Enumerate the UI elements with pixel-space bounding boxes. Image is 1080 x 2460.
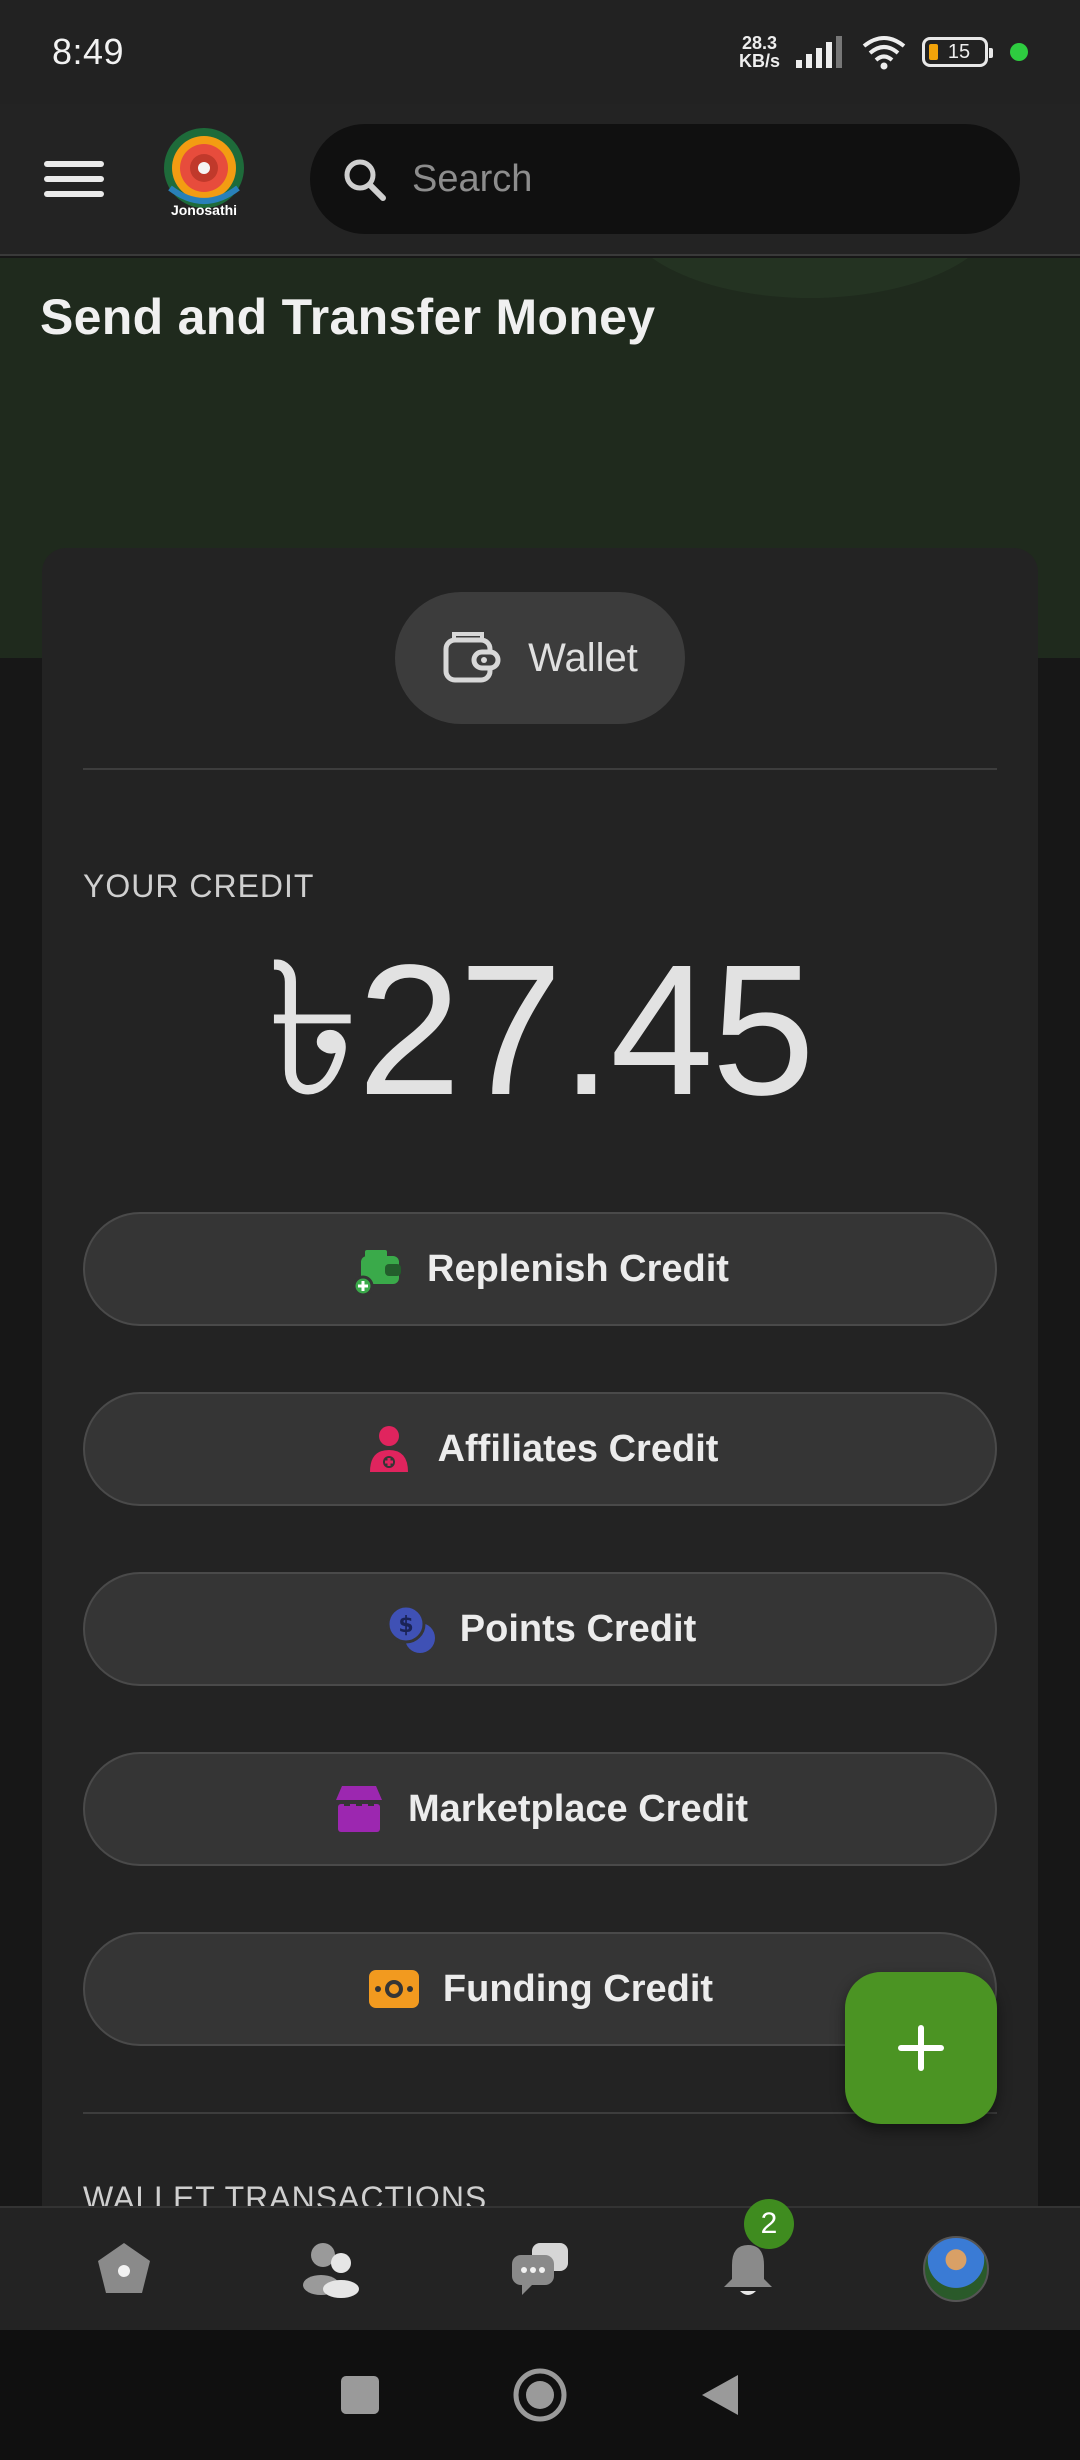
wallet-tab-label: Wallet (528, 635, 638, 680)
search-icon (344, 159, 386, 201)
recent-apps-icon[interactable] (338, 2373, 382, 2417)
system-navigation-bar (0, 2330, 1080, 2460)
cash-icon (367, 1962, 421, 2016)
network-speed: 28.3 KB/s (739, 34, 780, 70)
logo-text: Jonosathi (170, 202, 238, 218)
privacy-dot-icon (1010, 43, 1028, 61)
replenish-credit-button[interactable]: Replenish Credit (83, 1212, 997, 1326)
signal-icon (796, 36, 842, 68)
funding-credit-label: Funding Credit (442, 1967, 714, 2010)
wallet-add-icon (351, 1242, 405, 1296)
divider (83, 768, 997, 770)
store-icon (332, 1782, 386, 1836)
marketplace-credit-button[interactable]: Marketplace Credit (83, 1752, 997, 1866)
wallet-tab[interactable]: Wallet (395, 592, 685, 724)
replenish-credit-label: Replenish Credit (427, 1247, 729, 1290)
friends-icon (303, 2243, 359, 2298)
hero-decoration (620, 258, 1000, 298)
nav-home[interactable] (74, 2219, 174, 2319)
search-input[interactable] (412, 157, 972, 201)
menu-line (44, 176, 104, 182)
coins-icon: $ (384, 1602, 438, 1656)
add-fab-button[interactable] (845, 1972, 997, 2124)
nav-profile[interactable] (906, 2219, 1006, 2319)
page-title: Send and Transfer Money (40, 289, 656, 345)
notification-badge: 2 (744, 2199, 794, 2249)
menu-line (44, 191, 104, 197)
nav-notifications[interactable]: 2 (698, 2199, 798, 2319)
points-credit-button[interactable]: $ Points Credit (83, 1572, 997, 1686)
net-speed-unit: KB/s (738, 51, 780, 71)
battery-level: 15 (947, 40, 971, 63)
search-bar[interactable] (310, 124, 1020, 234)
user-plus-icon (362, 1422, 416, 1476)
marketplace-credit-label: Marketplace Credit (407, 1787, 748, 1830)
credit-amount: ৳27.45 (266, 927, 815, 1134)
status-time: 8:49 (52, 31, 125, 72)
screen: 8:49 28.3 KB/s 15 Jonosathi Search Send … (0, 0, 1080, 2460)
home-icon (98, 2243, 150, 2293)
app-logo[interactable]: Jonosathi (156, 124, 252, 234)
top-app-bar: Jonosathi (0, 104, 1080, 256)
menu-line (44, 161, 104, 167)
battery-icon: 15 (922, 37, 993, 67)
credit-label: YOUR CREDIT (83, 868, 315, 904)
home-circle-icon[interactable] (512, 2367, 568, 2423)
net-speed-value: 28.3 (741, 33, 778, 53)
nav-messages[interactable] (490, 2219, 590, 2319)
menu-button[interactable] (44, 149, 104, 209)
bottom-navigation: 2 (0, 2199, 1080, 2330)
wifi-icon (862, 36, 906, 70)
plus-icon (898, 2025, 944, 2071)
affiliates-credit-button[interactable]: Affiliates Credit (83, 1392, 997, 1506)
status-icons: 28.3 KB/s 15 (739, 34, 1028, 70)
points-credit-label: Points Credit (459, 1607, 697, 1650)
back-icon[interactable] (698, 2371, 742, 2419)
messages-icon (512, 2243, 568, 2295)
status-bar: 8:49 28.3 KB/s 15 (0, 0, 1080, 104)
nav-friends[interactable] (282, 2219, 382, 2319)
avatar (923, 2236, 989, 2302)
affiliates-credit-label: Affiliates Credit (437, 1427, 719, 1470)
svg-text:$: $ (398, 1613, 413, 1638)
wallet-icon (443, 632, 501, 683)
